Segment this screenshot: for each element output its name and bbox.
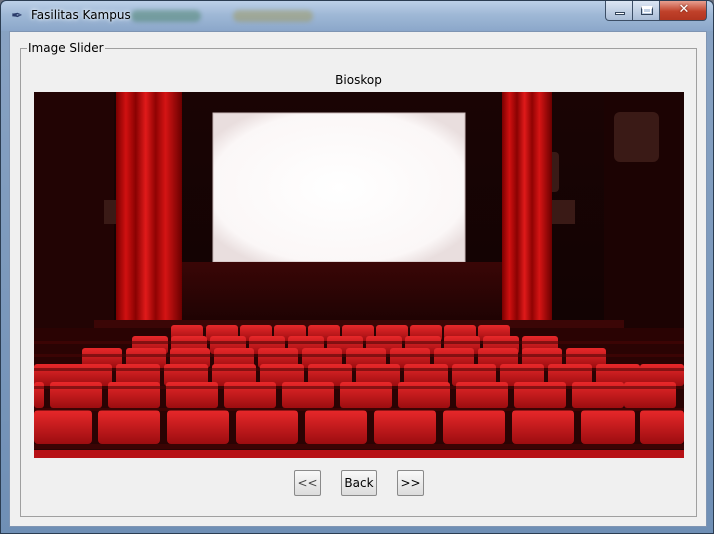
title-bar[interactable]: ✒ Fasilitas Kampus ✕ (1, 1, 713, 31)
previous-button[interactable]: << (294, 470, 321, 496)
cinema-hall-image (34, 92, 684, 458)
minimize-icon (615, 12, 625, 15)
feather-icon: ✒ (11, 8, 23, 24)
close-icon: ✕ (678, 2, 690, 17)
blurred-taskbar-item (233, 10, 313, 22)
back-button[interactable]: Back (341, 470, 377, 496)
app-window: ✒ Fasilitas Kampus ✕ Image Slider Biosko… (0, 0, 714, 534)
slide-caption: Bioskop (335, 73, 382, 87)
window-title: Fasilitas Kampus (31, 8, 131, 22)
maximize-icon (641, 6, 653, 15)
image-slider-group: Image Slider Bioskop << Back >> (20, 41, 697, 517)
maximize-button[interactable] (632, 1, 660, 21)
window-client-area: Image Slider Bioskop << Back >> (9, 31, 707, 527)
minimize-button[interactable] (605, 1, 633, 21)
close-button[interactable]: ✕ (659, 1, 707, 21)
next-button[interactable]: >> (397, 470, 424, 496)
blurred-taskbar-item (131, 10, 201, 22)
group-label: Image Slider (27, 41, 105, 55)
